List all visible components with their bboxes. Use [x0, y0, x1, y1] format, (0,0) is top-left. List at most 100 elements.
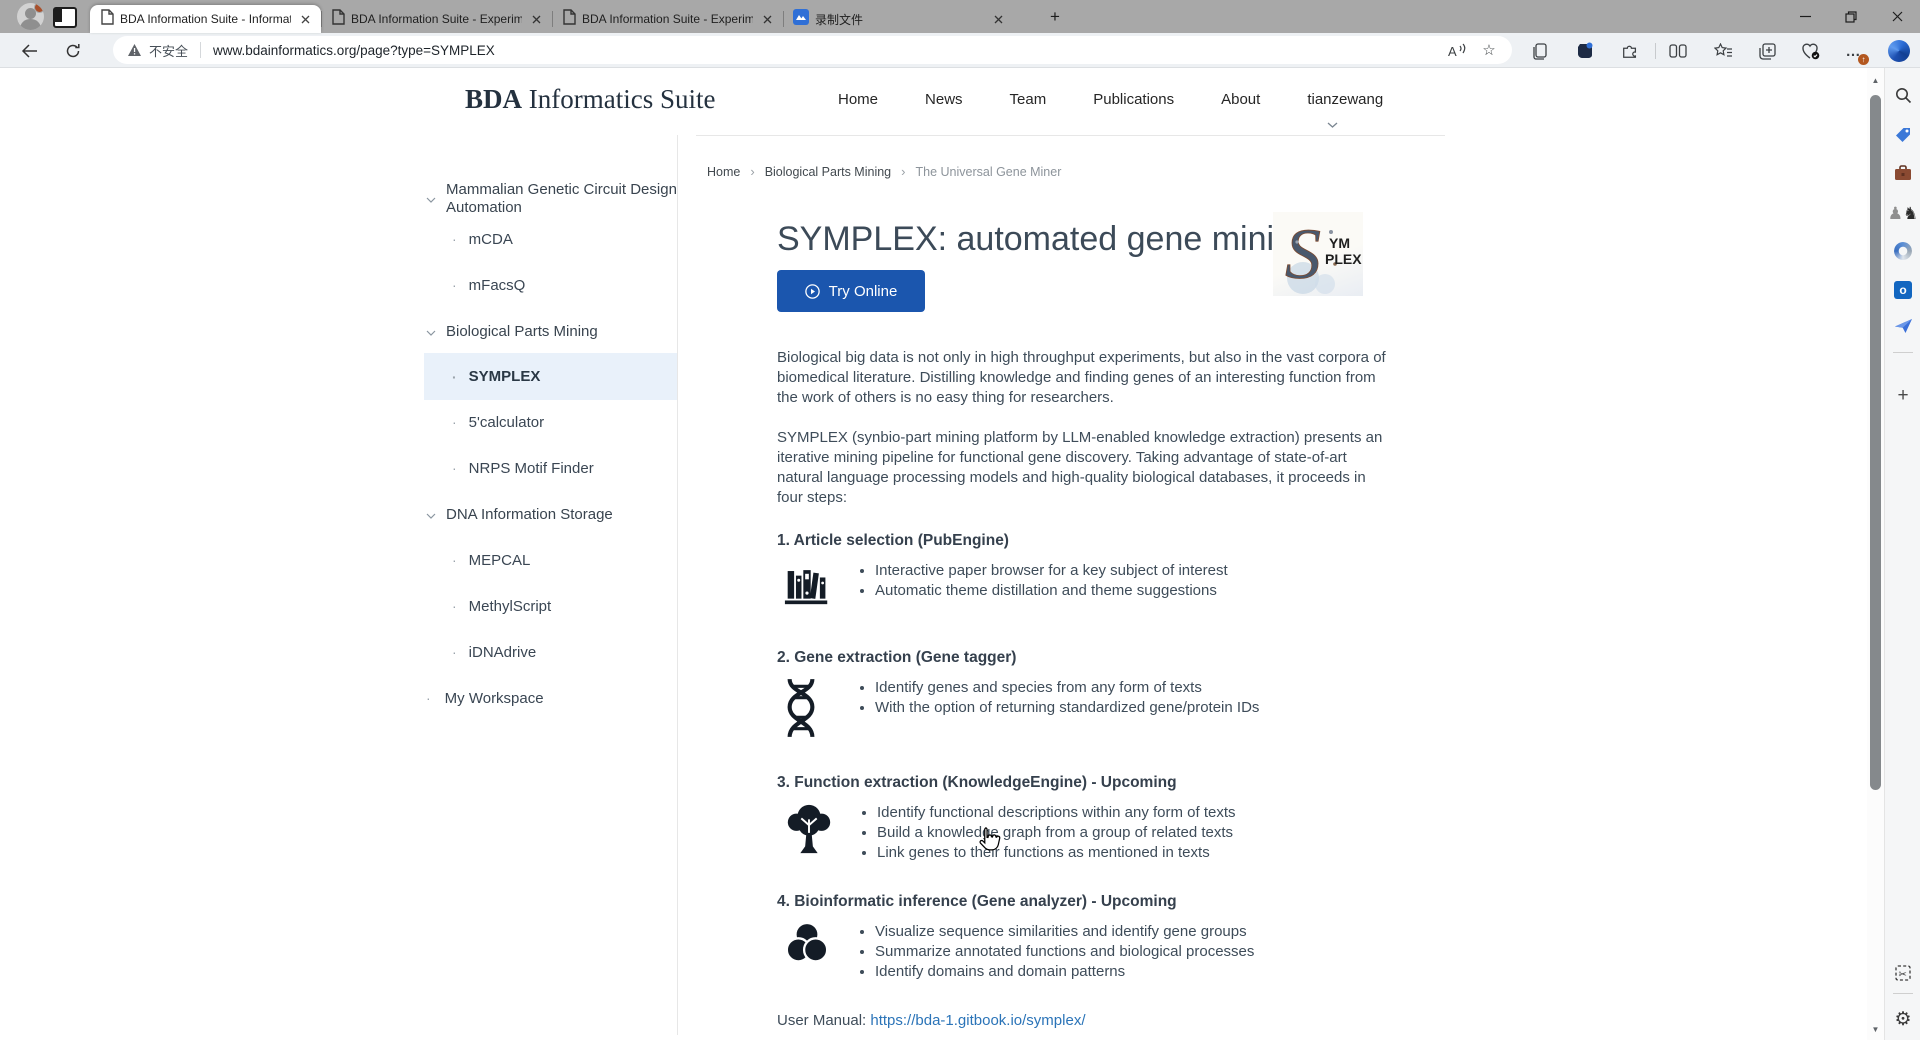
bullet-dot: · — [452, 277, 457, 293]
breadcrumb-separator: › — [750, 164, 754, 179]
sidebar-games-icon[interactable]: ♟♞ — [1885, 198, 1920, 228]
play-icon — [805, 284, 820, 299]
scrollbar-thumb[interactable] — [1870, 95, 1881, 790]
sidebar-outlook-icon[interactable]: o — [1885, 275, 1920, 305]
sidebar-designer-icon[interactable] — [1885, 236, 1920, 266]
copilot-icon[interactable] — [1886, 39, 1912, 63]
nav-about[interactable]: About — [1221, 91, 1260, 108]
user-manual-label: User Manual: — [777, 1012, 866, 1029]
sidebar-item-label: mFacsQ — [469, 277, 526, 294]
recording-app-favicon-icon — [793, 9, 809, 30]
sidebar-item-methylscript[interactable]: · MethylScript — [424, 583, 677, 629]
url-text[interactable]: www.bdainformatics.org/page?type=SYMPLEX — [213, 43, 1438, 58]
chevron-down-icon[interactable] — [426, 323, 436, 340]
tab-actions-menu-icon[interactable] — [53, 7, 77, 28]
sidebar-customize-icon[interactable]: + — [1885, 380, 1920, 410]
tab-bda-experiment-2[interactable]: BDA Information Suite - Experim — [552, 5, 783, 33]
scroll-down-icon[interactable]: ▼ — [1867, 1025, 1884, 1034]
sidebar-drop-icon[interactable] — [1885, 311, 1920, 341]
security-indicator[interactable]: 不安全 — [127, 41, 188, 60]
sidebar-search-icon[interactable] — [1885, 80, 1920, 110]
bullet-item: With the option of returning standardize… — [875, 698, 1259, 718]
nav-user-menu[interactable]: tianzewang — [1307, 91, 1383, 108]
multiple-pages-icon[interactable] — [1527, 39, 1553, 63]
sidebar-item-nrps-motif-finder[interactable]: · NRPS Motif Finder — [424, 445, 677, 491]
extension-evernote-icon[interactable] — [1572, 39, 1598, 63]
read-aloud-icon[interactable]: A — [1444, 38, 1470, 62]
profile-avatar[interactable] — [17, 3, 44, 30]
split-screen-icon[interactable] — [1665, 39, 1691, 63]
edge-sidebar-rail: ♟♞ o + ✂ ⚙ — [1884, 68, 1920, 1040]
logo-text-ym: YM — [1329, 235, 1350, 251]
collections-icon[interactable] — [1754, 39, 1780, 63]
nav-home[interactable]: Home — [838, 91, 878, 108]
sidebar-tools-icon[interactable] — [1885, 158, 1920, 188]
sidebar-item-5calculator[interactable]: · 5'calculator — [424, 399, 677, 445]
sidebar-item-mcda[interactable]: · mCDA — [424, 216, 677, 262]
step-heading: 2. Gene extraction (Gene tagger) — [777, 649, 1395, 667]
svg-text:✂: ✂ — [1899, 970, 1907, 981]
sidebar-settings-icon[interactable]: ⚙ — [1885, 1004, 1920, 1034]
bullet-item: Identify functional descriptions within … — [877, 803, 1236, 823]
bullet-item: Link genes to their functions as mention… — [877, 843, 1236, 863]
nav-publications[interactable]: Publications — [1093, 91, 1174, 108]
step-bullets: Interactive paper browser for a key subj… — [833, 561, 1228, 611]
tab-bda-experiment-1[interactable]: BDA Information Suite - Experim — [321, 5, 552, 33]
user-manual-link[interactable]: https://bda-1.gitbook.io/symplex/ — [870, 1012, 1085, 1029]
sidebar-shopping-icon[interactable] — [1885, 120, 1920, 150]
minimize-button[interactable] — [1782, 0, 1828, 33]
tab-close-icon[interactable] — [759, 11, 775, 27]
sidebar-item-label: iDNAdrive — [469, 644, 537, 661]
sidebar-item-label: Mammalian Genetic Circuit Design Automat… — [446, 181, 677, 217]
restore-button[interactable] — [1828, 0, 1874, 33]
extensions-puzzle-icon[interactable] — [1617, 39, 1643, 63]
breadcrumb-section[interactable]: Biological Parts Mining — [765, 165, 891, 179]
step-gene-extraction: 2. Gene extraction (Gene tagger) Iden — [777, 649, 1395, 744]
refresh-button[interactable] — [60, 38, 86, 64]
web-capture-icon[interactable]: ✂ — [1885, 958, 1920, 988]
sidebar-group-dna-information-storage[interactable]: DNA Information Storage — [424, 491, 677, 537]
page-scrollbar[interactable]: ▲ ▼ — [1867, 68, 1884, 1040]
symplex-logo-image: S YM PLEX — [1273, 212, 1363, 296]
svg-text:A: A — [1448, 44, 1457, 58]
scroll-up-icon[interactable]: ▲ — [1867, 76, 1884, 85]
chevron-down-icon[interactable] — [426, 506, 436, 523]
tab-close-icon[interactable] — [528, 11, 544, 27]
tab-recording-file[interactable]: 录制文件 — [783, 5, 1014, 33]
logo-text-plex: PLEX — [1325, 251, 1362, 267]
nav-team[interactable]: Team — [1010, 91, 1047, 108]
try-online-button[interactable]: Try Online — [777, 270, 925, 312]
bullet-item: Build a knowledge graph from a group of … — [877, 823, 1236, 843]
site-logo[interactable]: BDA Informatics Suite — [465, 84, 715, 115]
svg-text:S: S — [1285, 214, 1321, 294]
sidebar-group-bio-parts-mining[interactable]: Biological Parts Mining — [424, 308, 677, 354]
venn-diagram-icon — [777, 915, 833, 982]
sidebar-item-symplex[interactable]: · SYMPLEX — [424, 353, 677, 400]
update-badge: ↑ — [1858, 54, 1869, 65]
toolbar-divider — [1655, 43, 1656, 59]
nav-news[interactable]: News — [925, 91, 963, 108]
cursor-pointer — [976, 826, 1001, 860]
breadcrumb-home[interactable]: Home — [707, 165, 740, 179]
address-bar[interactable]: 不安全 www.bdainformatics.org/page?type=SYM… — [113, 36, 1512, 64]
favorites-hub-icon[interactable] — [1710, 39, 1736, 63]
chevron-down-icon[interactable] — [426, 190, 436, 208]
favorite-star-icon[interactable]: ☆ — [1476, 38, 1502, 62]
new-tab-button[interactable]: + — [1042, 8, 1068, 26]
tab-close-icon[interactable] — [990, 11, 1006, 27]
tab-close-icon[interactable] — [297, 11, 313, 27]
settings-more-icon[interactable]: … ↑ — [1840, 39, 1866, 63]
sidebar-item-label: My Workspace — [445, 690, 544, 707]
tab-bda-informatics[interactable]: BDA Information Suite - Informat — [90, 5, 321, 33]
browser-essentials-icon[interactable] — [1798, 39, 1824, 63]
sidebar-item-my-workspace[interactable]: · My Workspace — [424, 675, 677, 721]
sidebar-item-mepcal[interactable]: · MEPCAL — [424, 537, 677, 583]
sidebar-item-idnadrive[interactable]: · iDNAdrive — [424, 629, 677, 675]
back-button[interactable] — [16, 38, 42, 64]
bullet-dot: · — [452, 231, 457, 247]
sidebar-item-label: DNA Information Storage — [446, 506, 613, 523]
user-menu-chevron-down-icon[interactable] — [1327, 115, 1338, 133]
avatar-notification-dot — [34, 3, 44, 13]
close-window-button[interactable] — [1874, 0, 1920, 33]
sidebar-item-mfacsq[interactable]: · mFacsQ — [424, 262, 677, 308]
